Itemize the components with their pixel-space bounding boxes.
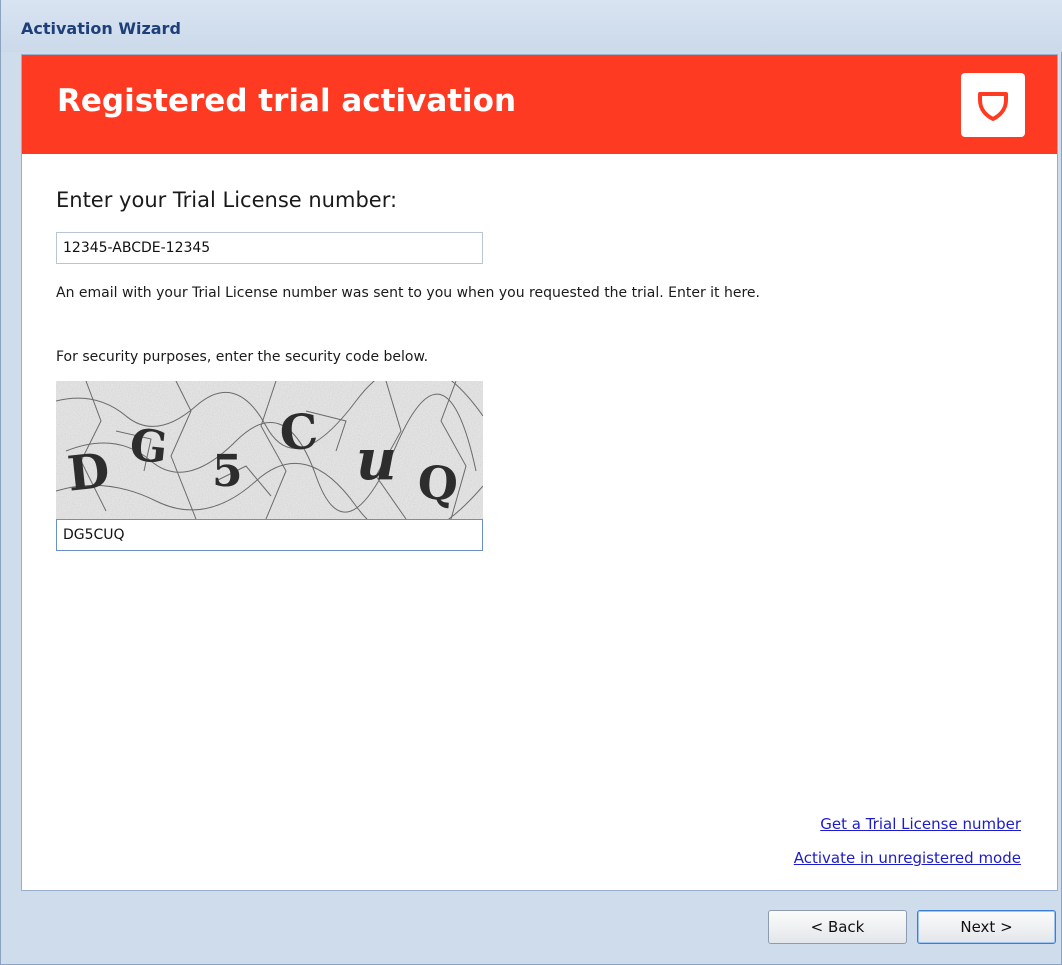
banner: Registered trial activation <box>22 55 1057 154</box>
logo <box>961 73 1025 137</box>
license-heading: Enter your Trial License number: <box>56 188 398 212</box>
captcha-char-4: C <box>278 404 320 463</box>
activate-unregistered-link[interactable]: Activate in unregistered mode <box>794 849 1021 867</box>
get-trial-license-link[interactable]: Get a Trial License number <box>820 815 1021 833</box>
license-number-input[interactable] <box>56 232 483 264</box>
shield-icon <box>978 92 1008 121</box>
captcha-char-6: Q <box>416 455 460 512</box>
wizard-panel: Registered trial activation Enter your T… <box>21 54 1058 891</box>
next-button[interactable]: Next > <box>917 910 1056 944</box>
captcha-image: D G 5 C u Q <box>56 381 483 519</box>
security-code-input[interactable] <box>56 519 483 551</box>
title-bar: Activation Wizard <box>1 0 1062 52</box>
captcha-char-2: G <box>127 419 170 474</box>
license-help-text: An email with your Trial License number … <box>56 285 760 301</box>
captcha-char-3: 5 <box>212 446 243 497</box>
window-title: Activation Wizard <box>21 19 181 38</box>
banner-title: Registered trial activation <box>57 83 517 119</box>
captcha-char-5: u <box>356 427 397 493</box>
captcha-char-1: D <box>65 443 112 503</box>
security-prompt: For security purposes, enter the securit… <box>56 349 429 365</box>
back-button[interactable]: < Back <box>768 910 907 944</box>
activation-wizard-window: Activation Wizard Registered trial activ… <box>0 0 1062 965</box>
